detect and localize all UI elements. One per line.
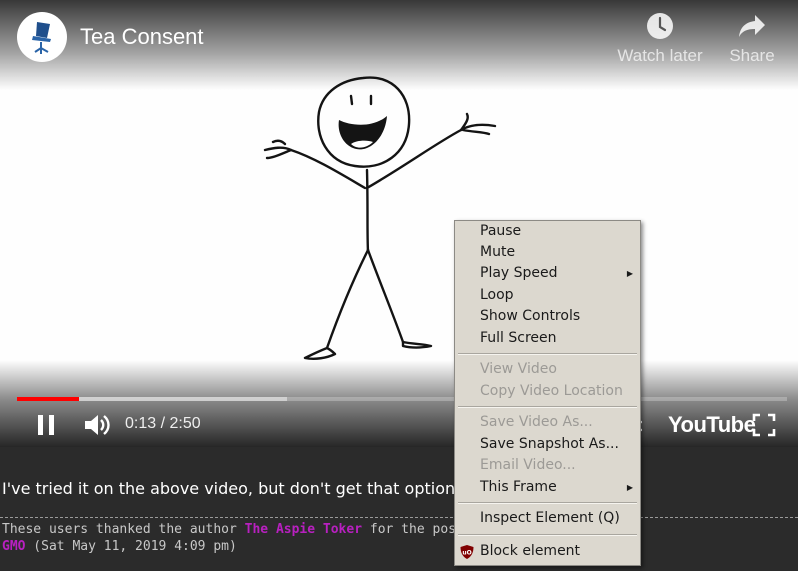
svg-text:uO: uO bbox=[462, 550, 471, 557]
menu-separator bbox=[458, 534, 637, 536]
time-total: 2:50 bbox=[169, 415, 201, 432]
menu-item-label: View Video bbox=[480, 361, 557, 377]
menu-item-view-video: View Video bbox=[455, 359, 640, 380]
watch-later-label: Watch later bbox=[617, 46, 703, 65]
menu-item-pause[interactable]: Pause bbox=[455, 221, 640, 242]
menu-item-show-controls[interactable]: Show Controls bbox=[455, 306, 640, 327]
pause-button[interactable] bbox=[32, 412, 60, 438]
menu-item-loop[interactable]: Loop bbox=[455, 285, 640, 306]
thanks-prefix: These users thanked the author bbox=[2, 522, 245, 537]
author-link[interactable]: The Aspie Toker bbox=[245, 522, 362, 537]
volume-button[interactable] bbox=[82, 411, 112, 439]
menu-item-label: Play Speed bbox=[480, 265, 558, 281]
volume-icon bbox=[85, 415, 110, 435]
clock-icon bbox=[647, 13, 673, 39]
menu-separator bbox=[458, 406, 637, 408]
thanks-user-line: GMO (Sat May 11, 2019 4:09 pm) bbox=[2, 539, 237, 554]
menu-item-save-snapshot-as[interactable]: Save Snapshot As... bbox=[455, 434, 640, 455]
menu-item-block-element[interactable]: uO Block element bbox=[455, 541, 640, 562]
menu-item-inspect-element[interactable]: Inspect Element (Q) bbox=[455, 508, 640, 529]
menu-item-label: Full Screen bbox=[480, 330, 557, 346]
thanks-line: These users thanked the author The Aspie… bbox=[2, 522, 472, 537]
video-player[interactable]: Tea Consent Watch later Share 0:13 / 2:5… bbox=[0, 0, 798, 447]
menu-item-label: Save Snapshot As... bbox=[480, 436, 619, 452]
fullscreen-icon bbox=[752, 413, 776, 437]
ublock-origin-icon: uO bbox=[460, 545, 474, 559]
menu-item-play-speed[interactable]: Play Speed ▶ bbox=[455, 263, 640, 284]
progress-bar[interactable] bbox=[17, 397, 787, 401]
thanks-date: (Sat May 11, 2019 4:09 pm) bbox=[25, 539, 237, 554]
menu-item-label: Email Video... bbox=[480, 457, 576, 473]
menu-item-label: Save Video As... bbox=[480, 414, 593, 430]
time-display: 0:13 / 2:50 bbox=[125, 415, 201, 433]
chair-icon bbox=[32, 22, 51, 54]
post-divider bbox=[0, 517, 798, 518]
youtube-logo[interactable]: YouTube bbox=[668, 412, 756, 438]
context-menu: Pause Mute Play Speed ▶ Loop Show Control… bbox=[454, 220, 641, 566]
menu-item-mute[interactable]: Mute bbox=[455, 242, 640, 263]
menu-item-label: Inspect Element (Q) bbox=[480, 510, 620, 526]
menu-item-label: Show Controls bbox=[480, 308, 581, 324]
post-text: I've tried it on the above video, but do… bbox=[2, 479, 461, 498]
fullscreen-button[interactable] bbox=[752, 413, 776, 437]
menu-item-full-screen[interactable]: Full Screen bbox=[455, 328, 640, 349]
watch-later-button[interactable]: Watch later bbox=[612, 12, 708, 72]
menu-separator bbox=[458, 502, 637, 504]
menu-item-copy-video-location: Copy Video Location bbox=[455, 381, 640, 402]
menu-item-save-video-as: Save Video As... bbox=[455, 412, 640, 433]
submenu-arrow-icon: ▶ bbox=[626, 483, 633, 492]
menu-item-email-video: Email Video... bbox=[455, 455, 640, 476]
menu-item-label: This Frame bbox=[480, 479, 557, 495]
menu-item-label: Pause bbox=[480, 223, 522, 239]
menu-item-label: Loop bbox=[480, 287, 514, 303]
menu-separator bbox=[458, 353, 637, 355]
channel-avatar[interactable] bbox=[17, 12, 67, 62]
thanking-user-link[interactable]: GMO bbox=[2, 539, 25, 554]
video-title[interactable]: Tea Consent bbox=[80, 24, 204, 50]
share-arrow-icon bbox=[739, 15, 765, 37]
share-label: Share bbox=[729, 46, 775, 65]
submenu-arrow-icon: ▶ bbox=[626, 269, 633, 278]
time-separator: / bbox=[156, 415, 170, 432]
time-current: 0:13 bbox=[125, 415, 157, 432]
menu-item-this-frame[interactable]: This Frame ▶ bbox=[455, 477, 640, 498]
pause-icon bbox=[38, 415, 54, 435]
menu-item-label: Mute bbox=[480, 244, 516, 260]
menu-item-label: Copy Video Location bbox=[480, 383, 623, 399]
menu-item-label: Block element bbox=[480, 543, 581, 559]
progress-played bbox=[17, 397, 79, 401]
share-button[interactable]: Share bbox=[722, 12, 782, 72]
